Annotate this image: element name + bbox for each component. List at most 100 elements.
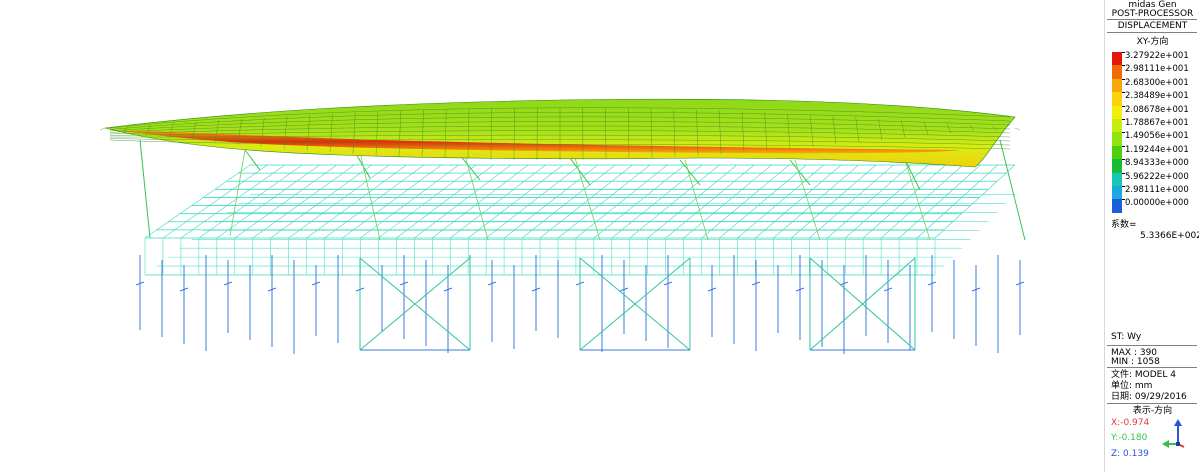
legend-tick <box>1122 186 1125 187</box>
frame-member <box>450 164 546 239</box>
frame-member <box>593 164 685 239</box>
legend-swatch <box>1112 92 1122 106</box>
divider <box>1107 367 1197 368</box>
legend-swatch <box>1112 132 1122 146</box>
frame-member <box>845 164 929 239</box>
unit-label: 单位: mm <box>1111 381 1153 391</box>
legend-value: 2.98111e+000 <box>1125 185 1189 195</box>
legend-swatch <box>1112 159 1122 173</box>
axis-x-value: X:-0.974 <box>1111 418 1150 428</box>
legend-tick <box>1122 159 1125 161</box>
legend-swatch <box>1112 105 1122 119</box>
frame-member <box>880 164 964 239</box>
model-viewport[interactable] <box>0 0 1100 472</box>
frame-member <box>684 159 709 241</box>
legend-swatch <box>1112 65 1122 79</box>
frame-member <box>139 139 151 239</box>
legend-value: 8.94333e+000 <box>1125 158 1189 169</box>
date-label: 日期: 09/29/2016 <box>1111 392 1187 402</box>
legend-tick <box>1122 172 1125 174</box>
view-direction-label: 表示-方向 <box>1132 406 1173 416</box>
frame-member <box>916 164 998 239</box>
frame-member <box>360 164 459 239</box>
frame-member <box>467 164 564 239</box>
divider <box>1107 19 1197 20</box>
structure-frame <box>135 139 1026 354</box>
legend-tick <box>1122 199 1125 201</box>
frame-member <box>1014 127 1021 131</box>
legend-value: 2.98111e+001 <box>1125 64 1189 75</box>
legend-tick <box>1122 52 1125 53</box>
frame-member <box>794 159 821 241</box>
legend-swatch <box>1112 199 1122 213</box>
frame-member <box>99 127 106 131</box>
legend-tick <box>1122 65 1125 67</box>
frame-member <box>180 164 285 239</box>
frame-member <box>539 164 633 239</box>
frame-member <box>827 164 911 239</box>
frame-member <box>737 164 824 239</box>
divider <box>1107 32 1197 33</box>
component-label: XY-方向 <box>1136 37 1169 47</box>
result-type: DISPLACEMENT <box>1117 21 1188 31</box>
frame-member <box>521 164 616 239</box>
mode-label: POST-PROCESSOR <box>1111 9 1194 19</box>
legend-swatch <box>1112 118 1122 133</box>
legend-tick <box>1122 119 1125 120</box>
frame-member <box>485 164 581 239</box>
frame-member <box>934 164 1016 239</box>
frame-member <box>459 154 481 181</box>
frame-member <box>791 164 877 239</box>
frame-member <box>719 164 807 239</box>
legend-swatch <box>1112 172 1122 186</box>
frame-member <box>809 164 894 239</box>
st-label: ST: Wy <box>1111 332 1142 342</box>
legend-value: 2.68300e+001 <box>1125 77 1189 88</box>
legend-value: 3.27922e+001 <box>1125 51 1189 61</box>
divider <box>1107 403 1197 404</box>
legend-swatch <box>1112 185 1122 200</box>
frame-member <box>432 164 529 239</box>
divider <box>1107 345 1197 346</box>
frame-member <box>862 164 946 239</box>
frame-member <box>414 164 511 239</box>
frame-member <box>999 139 1026 241</box>
frame-member <box>378 164 477 239</box>
frame-member <box>144 164 251 239</box>
frame-member <box>162 164 268 239</box>
legend-value: 1.19244e+001 <box>1125 144 1189 155</box>
color-legend <box>1112 52 1122 213</box>
legend-swatch <box>1112 145 1122 160</box>
min-label: MIN : 1058 <box>1111 357 1160 367</box>
frame-member <box>557 164 651 239</box>
axis-z-value: Z: 0.139 <box>1111 449 1149 459</box>
axis-triad-icon <box>1162 419 1185 448</box>
frame-member <box>611 164 703 239</box>
frame-member <box>898 164 981 239</box>
frame-member <box>629 164 720 239</box>
legend-value: 1.49056e+001 <box>1125 131 1189 142</box>
legend-value: 2.38489e+001 <box>1125 91 1189 102</box>
legend-tick <box>1122 105 1125 107</box>
file-label: 文件: MODEL 4 <box>1111 370 1176 380</box>
legend-tick <box>1122 145 1125 147</box>
frame-member <box>904 159 931 241</box>
frame-member <box>904 159 921 191</box>
legend-tick <box>1122 92 1125 94</box>
frame-member <box>701 164 790 239</box>
legend-value: 1.78867e+001 <box>1125 118 1189 128</box>
deformed-roof-surface <box>99 98 1021 168</box>
legend-tick <box>1122 132 1125 134</box>
factor-label: 系数= <box>1111 220 1137 230</box>
frame-member <box>755 164 842 239</box>
frame-member <box>665 164 755 239</box>
legend-panel: midas Gen POST-PROCESSOR DISPLACEMENT XY… <box>1104 0 1199 472</box>
frame-member <box>396 164 494 239</box>
frame-member <box>574 157 601 241</box>
legend-tick <box>1122 78 1125 80</box>
legend-value: 5.96222e+000 <box>1125 171 1189 182</box>
factor-value: 5.3366E+002 <box>1140 231 1199 241</box>
frame-member <box>575 164 668 239</box>
legend-swatch <box>1112 52 1122 66</box>
axis-y-value: Y:-0.180 <box>1111 433 1148 443</box>
